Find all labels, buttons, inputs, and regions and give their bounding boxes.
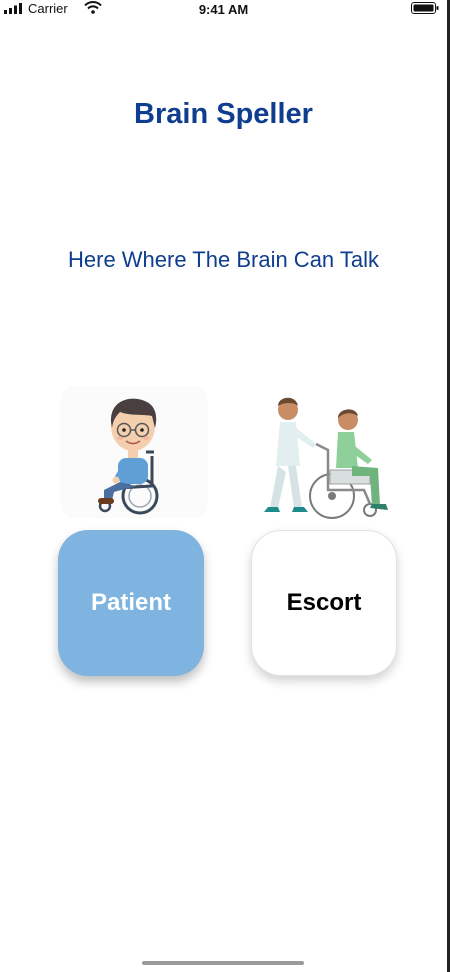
- app-subtitle: Here Where The Brain Can Talk: [68, 247, 379, 272]
- patient-button[interactable]: Patient: [58, 530, 204, 676]
- home-indicator[interactable]: [142, 961, 304, 965]
- status-time: 9:41 AM: [198, 2, 249, 17]
- app-title: Brain Speller: [134, 98, 313, 130]
- status-bar: Carrier 9:41 AM: [0, 0, 447, 20]
- battery-icon: [411, 2, 439, 14]
- patient-wheelchair-illustration: [60, 386, 208, 518]
- escort-pushing-wheelchair-illustration: [264, 397, 388, 519]
- escort-button[interactable]: Escort: [251, 530, 397, 676]
